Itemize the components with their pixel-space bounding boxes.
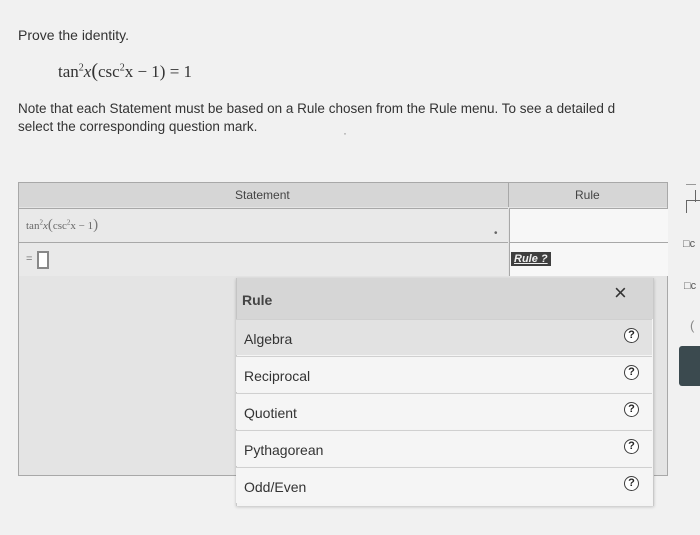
close-icon[interactable]: × [614, 282, 627, 304]
rule-option-label: Pythagorean [244, 442, 324, 458]
rule-selector-button[interactable]: Rule ? [511, 252, 551, 266]
rule-option-reciprocal[interactable]: Reciprocal ? [236, 356, 652, 392]
fraction-template-line [686, 200, 700, 201]
rule-option-algebra[interactable]: Algebra ? [236, 319, 652, 355]
side-panel-tab[interactable] [679, 346, 700, 386]
note-line-2: select the corresponding question mark. [18, 119, 258, 134]
rule-menu-header [236, 278, 653, 319]
rule-option-label: Algebra [244, 331, 293, 347]
instructions-note: Note that each Statement must be based o… [18, 100, 700, 136]
statement-column-header: Statement [19, 183, 509, 207]
fraction-template-icon[interactable] [686, 184, 696, 185]
help-question-icon[interactable]: ? [624, 476, 639, 491]
decorative-dot: • [494, 228, 498, 239]
rule-option-label: Odd/Even [244, 479, 307, 495]
statement-row-2 [19, 242, 508, 276]
csc-text: csc [98, 62, 120, 81]
question-prompt: Prove the identity. [18, 27, 130, 43]
rule-cell-1 [509, 208, 668, 242]
rule-option-label: Reciprocal [244, 368, 311, 384]
tan-text: tan [26, 220, 40, 232]
rule-menu-title: Rule [242, 292, 273, 308]
help-question-icon[interactable]: ? [624, 365, 639, 380]
template-button[interactable]: □c [683, 238, 695, 250]
rule-option-pythagorean[interactable]: Pythagorean ? [236, 430, 652, 466]
rule-option-odd-even[interactable]: Odd/Even ? [236, 467, 652, 503]
identity-rest: x − 1) = 1 [124, 62, 193, 81]
help-question-icon[interactable]: ? [624, 402, 639, 417]
rule-column-header: Rule [509, 183, 667, 207]
rule-header-label: Rule [575, 188, 600, 202]
tan-text: tan [58, 62, 79, 81]
fraction-template-line [695, 190, 696, 202]
statement-1-expression: tan2x(csc2x − 1) [26, 217, 99, 233]
decorative-dot: · [343, 126, 347, 140]
equals-sign: = [26, 253, 33, 265]
note-line-1: Note that each Statement must be based o… [18, 101, 616, 116]
csc-text: csc [52, 220, 67, 232]
template-button[interactable]: □c [684, 280, 696, 292]
expression-rest: x − 1 [70, 220, 94, 232]
help-question-icon[interactable]: ? [624, 439, 639, 454]
rule-option-label: Quotient [244, 405, 297, 421]
help-question-icon[interactable]: ? [624, 328, 639, 343]
parenthesis-template-button[interactable]: ( [690, 318, 694, 333]
identity-expression: tan2x(csc2x − 1) = 1 [58, 60, 193, 82]
statement-header-label: Statement [235, 188, 290, 202]
fraction-template-line [686, 201, 687, 213]
rule-option-quotient[interactable]: Quotient ? [236, 393, 652, 429]
statement-entry-box[interactable] [37, 251, 49, 269]
